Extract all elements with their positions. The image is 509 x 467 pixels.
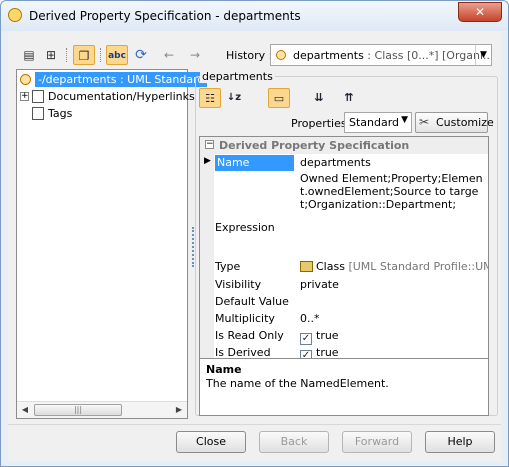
property-icon: [20, 74, 31, 85]
customize-label: Customize: [436, 116, 494, 129]
tree-item-label: Documentation/Hyperlinks: [48, 90, 195, 103]
tree-item-label: Tags: [48, 107, 73, 120]
close-button[interactable]: Close: [176, 431, 246, 453]
property-type-value[interactable]: Class [UML Standard Profile::UML...: [300, 260, 488, 273]
tree-item-label: -/departments : UML Standard: [35, 72, 208, 87]
refresh-icon[interactable]: ⟳: [130, 45, 152, 65]
customize-button[interactable]: ✂ Customize: [415, 112, 494, 133]
property-multiplicity-label[interactable]: Multiplicity: [215, 312, 275, 325]
property-read-only-label[interactable]: Is Read Only: [215, 329, 284, 342]
history-label: History :: [226, 49, 273, 62]
scroll-thumb[interactable]: |||: [34, 404, 122, 416]
property-name-label[interactable]: Name: [215, 155, 294, 171]
property-name-value[interactable]: departments: [300, 156, 371, 169]
list-view-icon[interactable]: ▤: [18, 45, 40, 65]
tree-item-departments[interactable]: -/departments : UML Standard: [17, 71, 208, 88]
property-expression-label[interactable]: Expression: [215, 221, 275, 234]
class-icon: [300, 261, 313, 272]
row-pointer-icon: ▶: [204, 156, 211, 166]
app-icon: [8, 8, 22, 22]
title-bar: Derived Property Specification - departm…: [1, 1, 508, 31]
history-dropdown[interactable]: departments : Class [0...*] [Organi... ▼: [270, 44, 492, 66]
property-visibility-value[interactable]: private: [300, 278, 339, 291]
property-type-label[interactable]: Type: [215, 260, 240, 273]
window-close-button[interactable]: ✕: [458, 2, 502, 22]
property-icon: [276, 50, 286, 60]
tools-icon: ✂: [419, 115, 430, 129]
help-button[interactable]: Help: [425, 431, 495, 453]
properties-mode-value: Standard: [349, 116, 400, 129]
history-value: departments : Class [0...*] [Organi...: [293, 49, 492, 62]
page-icon: [32, 90, 44, 103]
description-panel: Name The name of the NamedElement.: [199, 358, 489, 416]
categorized-view-icon[interactable]: ☷: [199, 88, 221, 108]
collapse-icon[interactable]: −: [205, 140, 214, 149]
toggle-icon[interactable]: ▭: [268, 88, 290, 108]
properties-mode-select[interactable]: Standard ▼: [344, 112, 412, 133]
copy-icon[interactable]: ❐: [73, 45, 95, 65]
separator: [8, 424, 501, 425]
property-multiplicity-value[interactable]: 0..*: [300, 312, 320, 325]
scroll-right-icon[interactable]: ▶: [171, 402, 187, 418]
section-title: Derived Property Specification: [219, 139, 410, 152]
dialog-window: Derived Property Specification - departm…: [0, 0, 509, 467]
properties-label: Properties:: [291, 117, 351, 130]
row-gutter: [200, 154, 214, 383]
window-title: Derived Property Specification - departm…: [29, 9, 301, 23]
spelling-icon[interactable]: abc: [106, 45, 128, 65]
toolbar-separator: [100, 48, 101, 62]
sort-alpha-icon[interactable]: ↓z: [223, 88, 245, 108]
back-button[interactable]: Back: [259, 431, 329, 453]
property-grid: − Derived Property Specification ▶ Name …: [199, 136, 489, 384]
horizontal-scrollbar[interactable]: ◀ ||| ▶: [17, 401, 187, 418]
chevron-down-icon[interactable]: ▼: [475, 45, 491, 65]
read-only-checkbox[interactable]: ✓: [300, 333, 312, 345]
description-text: The name of the NamedElement.: [206, 377, 389, 390]
tree-item-documentation[interactable]: + Documentation/Hyperlinks: [17, 88, 195, 105]
property-read-only-value[interactable]: ✓ true: [300, 329, 339, 345]
forward-arrow-icon[interactable]: →: [184, 45, 206, 65]
toolbar: ▤ ⊞ ❐ abc ⟳ ← → History : departments : …: [8, 31, 501, 71]
group-title: departments: [200, 70, 275, 83]
description-title: Name: [206, 363, 242, 376]
section-header: − Derived Property Specification: [200, 137, 488, 154]
collapse-all-icon[interactable]: ⇈: [338, 88, 360, 108]
page-icon: [32, 107, 44, 120]
property-default-value-label[interactable]: Default Value: [215, 295, 289, 308]
property-visibility-label[interactable]: Visibility: [215, 278, 261, 291]
dialog-content: ▤ ⊞ ❐ abc ⟳ ← → History : departments : …: [8, 31, 501, 461]
back-arrow-icon[interactable]: ←: [158, 45, 180, 65]
forward-button[interactable]: Forward: [342, 431, 412, 453]
expand-all-icon[interactable]: ⇊: [308, 88, 330, 108]
toolbar-separator: [66, 48, 67, 62]
expand-icon[interactable]: +: [20, 92, 29, 101]
tree-item-tags[interactable]: Tags: [17, 105, 187, 122]
tree-view-icon[interactable]: ⊞: [40, 45, 62, 65]
property-expression-value[interactable]: Owned Element;Property;Element.ownedElem…: [300, 172, 486, 211]
chevron-down-icon[interactable]: ▼: [401, 115, 408, 125]
navigation-tree: -/departments : UML Standard + Documenta…: [16, 69, 208, 419]
scroll-left-icon[interactable]: ◀: [17, 402, 33, 418]
